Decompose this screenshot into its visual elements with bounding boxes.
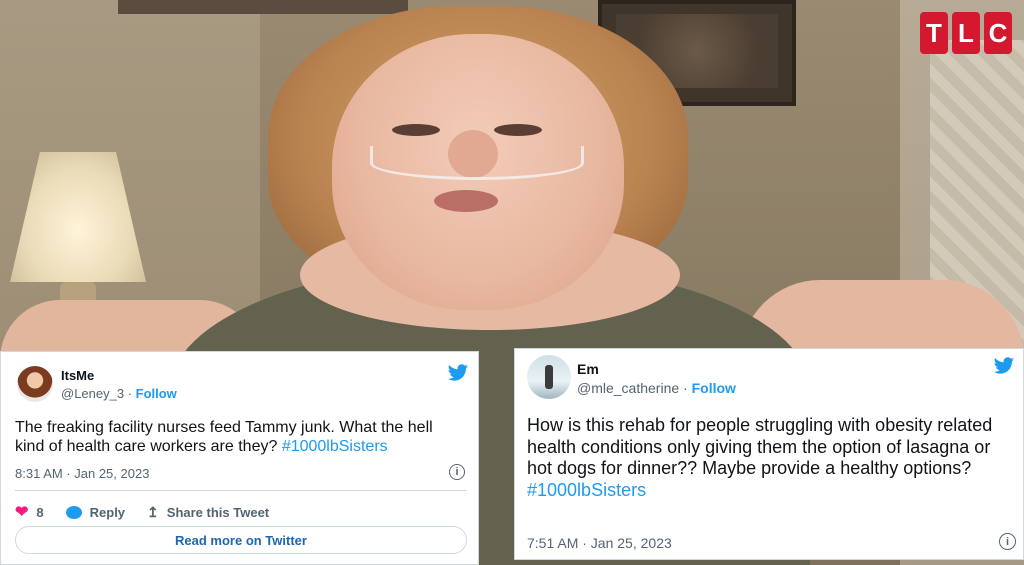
avatar[interactable]	[17, 366, 53, 402]
tweet-card-2: Em @mle_catherine · Follow How is this r…	[514, 348, 1024, 560]
share-icon: ↥	[147, 503, 159, 520]
user-name[interactable]: ItsMe	[61, 368, 94, 383]
follow-link[interactable]: Follow	[692, 380, 736, 396]
handle-text[interactable]: @Leney_3	[61, 386, 124, 401]
hashtag-link[interactable]: #1000lbSisters	[282, 438, 388, 455]
tlc-logo-letter: L	[952, 12, 980, 54]
tweet-card-1: ItsMe @Leney_3 · Follow The freaking fac…	[0, 351, 479, 565]
mouth	[434, 190, 498, 212]
handle-text[interactable]: @mle_catherine	[577, 380, 679, 396]
separator: ·	[679, 380, 692, 396]
follow-link[interactable]: Follow	[136, 386, 177, 401]
reply-bubble-icon	[65, 505, 82, 519]
avatar[interactable]	[527, 355, 571, 399]
eye-right	[494, 124, 542, 136]
info-icon[interactable]: i	[999, 533, 1016, 550]
read-more-button[interactable]: Read more on Twitter	[15, 526, 467, 554]
separator: ·	[124, 386, 136, 401]
tweet-text: How is this rehab for people struggling …	[527, 415, 1017, 501]
twitter-bird-icon[interactable]	[993, 357, 1015, 375]
like-button[interactable]: ❤ 8	[15, 502, 44, 522]
tweet-timestamp[interactable]: 8:31 AM · Jan 25, 2023	[15, 466, 149, 481]
tweet-body: How is this rehab for people struggling …	[527, 415, 993, 479]
picture-frame-top	[118, 0, 408, 14]
share-button[interactable]: ↥ Share this Tweet	[147, 504, 269, 521]
heart-icon: ❤	[15, 504, 29, 521]
user-handle: @Leney_3 · Follow	[61, 386, 177, 401]
oxygen-tube	[370, 146, 584, 180]
reply-button[interactable]: Reply	[65, 504, 126, 520]
user-name[interactable]: Em	[577, 361, 599, 377]
eye-left	[392, 124, 440, 136]
info-icon[interactable]: i	[449, 464, 465, 480]
twitter-bird-icon[interactable]	[447, 364, 469, 382]
share-label: Share this Tweet	[166, 504, 270, 520]
reply-label: Reply	[89, 504, 126, 520]
divider	[15, 490, 467, 491]
tweet-actions: ❤ 8 Reply ↥ Share this Tweet	[15, 502, 291, 522]
tweet-timestamp[interactable]: 7:51 AM · Jan 25, 2023	[527, 535, 672, 551]
tlc-logo-letter: C	[984, 12, 1012, 54]
tlc-logo-letter: T	[920, 12, 948, 54]
like-count: 8	[36, 504, 44, 520]
tweet-text: The freaking facility nurses feed Tammy …	[15, 418, 465, 456]
tlc-logo: T L C	[920, 12, 1012, 54]
user-handle: @mle_catherine · Follow	[577, 380, 736, 396]
hashtag-link[interactable]: #1000lbSisters	[527, 480, 646, 500]
